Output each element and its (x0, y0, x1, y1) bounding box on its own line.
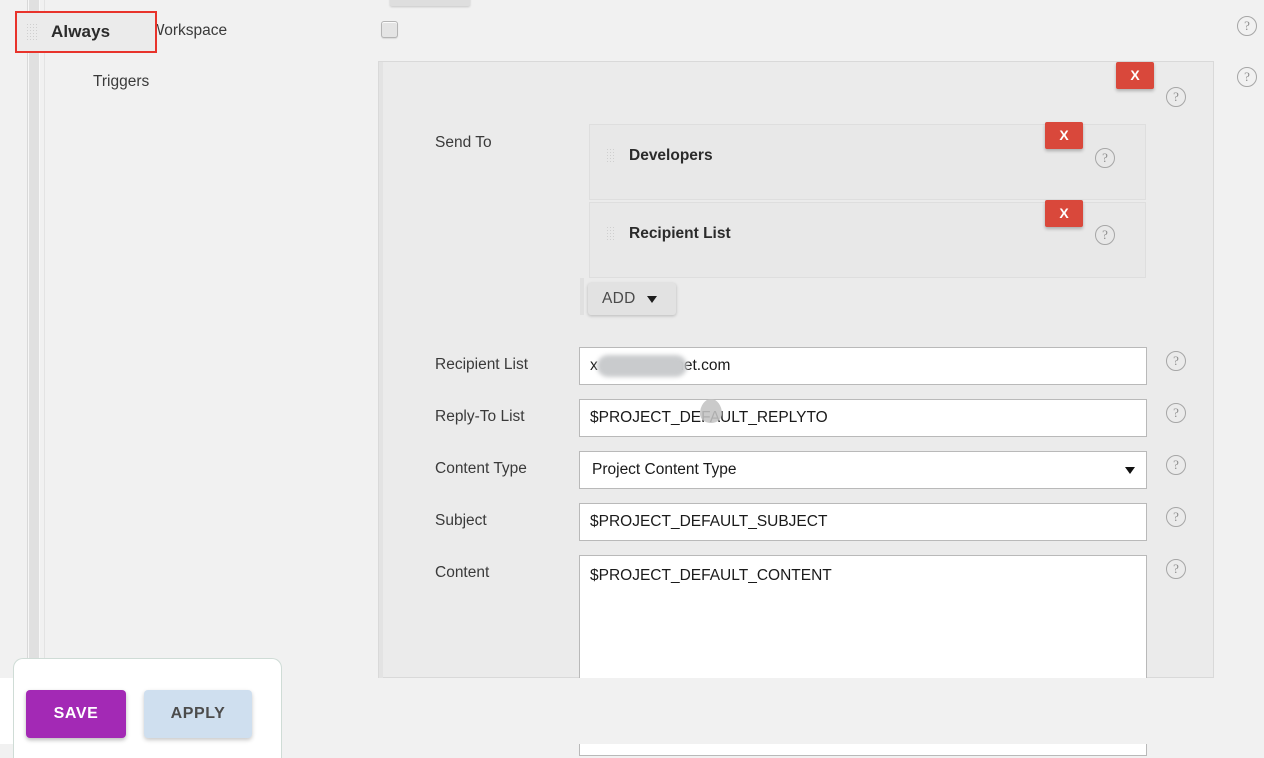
add-button-label: ADD (602, 290, 636, 308)
recipient-list-input[interactable] (579, 347, 1147, 385)
save-button[interactable]: SAVE (26, 690, 126, 738)
help-question-icon[interactable]: ? (1166, 403, 1186, 423)
page-vertical-scrollbar-thumb[interactable] (29, 0, 39, 678)
content-label: Content (435, 564, 489, 582)
subject-label: Subject (435, 512, 487, 530)
subject-input[interactable] (579, 503, 1147, 541)
content-type-label: Content Type (435, 460, 527, 478)
drag-handle-icon[interactable] (606, 226, 616, 242)
help-question-icon[interactable]: ? (1166, 559, 1186, 579)
help-question-icon[interactable]: ? (1095, 148, 1115, 168)
help-question-icon[interactable]: ? (1237, 16, 1257, 36)
chevron-down-icon[interactable] (1125, 467, 1135, 474)
trigger-always-remove-button[interactable]: X (1116, 62, 1154, 89)
help-question-icon[interactable]: ? (1166, 455, 1186, 475)
send-to-item-recipient-list-remove-button[interactable]: X (1045, 200, 1083, 227)
page-vertical-scrollbar-track[interactable] (28, 0, 40, 678)
offscreen-element-top (390, 0, 470, 6)
reply-to-list-label: Reply-To List (435, 408, 525, 426)
drag-handle-icon[interactable] (606, 148, 616, 164)
drag-handle-icon[interactable] (26, 23, 37, 41)
bottom-fill (282, 678, 1264, 744)
save-to-workspace-checkbox[interactable] (381, 21, 398, 38)
apply-button[interactable]: APPLY (144, 690, 252, 738)
add-recipient-button[interactable]: ADD (588, 283, 676, 315)
send-to-label: Send To (435, 134, 492, 152)
send-to-item-label: Developers (629, 147, 713, 165)
content-type-selected-value: Project Content Type (592, 461, 736, 479)
help-question-icon[interactable]: ? (1237, 67, 1257, 87)
help-question-icon[interactable]: ? (1095, 225, 1115, 245)
trigger-always-header[interactable]: Always (15, 11, 157, 53)
reply-to-list-input[interactable] (579, 399, 1147, 437)
help-question-icon[interactable]: ? (1166, 507, 1186, 527)
trigger-always-title: Always (51, 22, 110, 42)
help-question-icon[interactable]: ? (1166, 87, 1186, 107)
trigger-panel-rail (379, 62, 383, 679)
chevron-down-icon[interactable] (647, 296, 657, 303)
help-question-icon[interactable]: ? (1166, 351, 1186, 371)
content-type-select[interactable]: Project Content Type (579, 451, 1147, 489)
send-to-item-label: Recipient List (629, 225, 731, 243)
page-root: Save to Workspace ? Triggers ? Always X … (0, 0, 1264, 744)
triggers-label: Triggers (93, 73, 149, 91)
send-to-item-developers-remove-button[interactable]: X (1045, 122, 1083, 149)
recipient-list-label: Recipient List (435, 356, 528, 374)
